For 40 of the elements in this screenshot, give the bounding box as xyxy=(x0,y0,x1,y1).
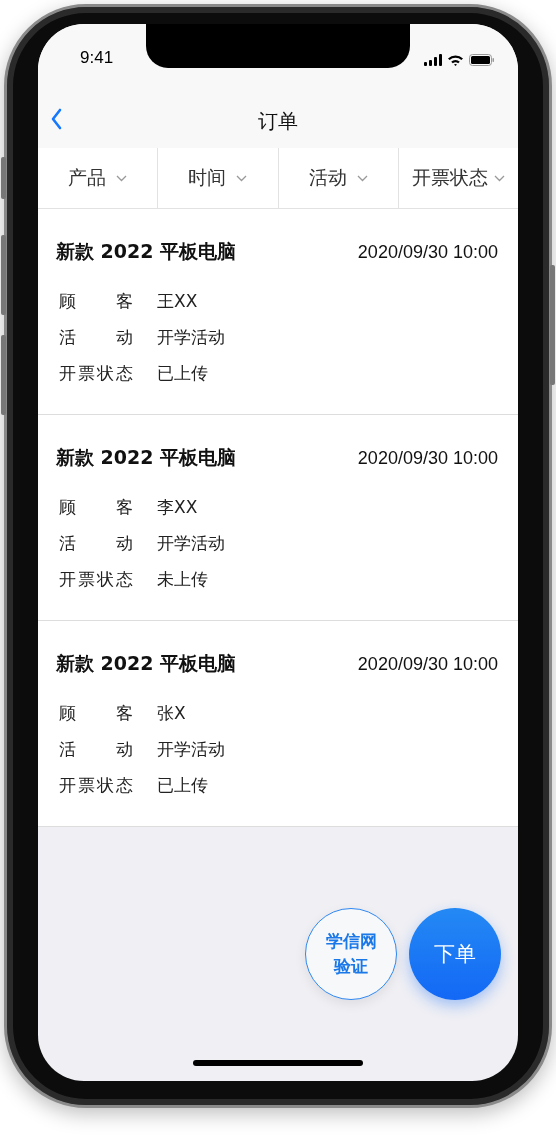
field-label: 活动 xyxy=(59,737,133,761)
field-value: 开学活动 xyxy=(157,531,225,555)
field-label: 开票状态 xyxy=(59,361,133,385)
field-label: 开票状态 xyxy=(59,773,133,797)
wifi-icon xyxy=(447,54,464,66)
status-time: 9:41 xyxy=(80,48,114,68)
field-label: 顾客 xyxy=(59,495,133,519)
order-button[interactable]: 下单 xyxy=(409,908,501,1000)
chevron-down-icon xyxy=(356,174,368,182)
battery-icon xyxy=(469,54,494,66)
field-label: 开票状态 xyxy=(59,567,133,591)
field-value: 开学活动 xyxy=(157,325,225,349)
product-name: 新款 2022 平板电脑 xyxy=(56,651,237,676)
chevron-down-icon xyxy=(236,174,248,182)
back-icon[interactable] xyxy=(50,108,63,130)
field-value: 未上传 xyxy=(157,567,208,591)
page-title: 订单 xyxy=(258,107,298,135)
field-label: 活动 xyxy=(59,325,133,349)
signal-icon xyxy=(424,54,442,66)
chevron-down-icon xyxy=(116,174,128,182)
field-value: 李XX xyxy=(157,495,198,519)
verify-button[interactable]: 学信网验证 xyxy=(305,908,397,1000)
chevron-down-icon xyxy=(493,174,505,182)
field-label: 顾客 xyxy=(59,289,133,313)
product-name: 新款 2022 平板电脑 xyxy=(56,239,237,264)
filter-tab[interactable]: 产品 xyxy=(38,148,159,208)
field-value: 已上传 xyxy=(157,361,208,385)
order-time: 2020/09/30 10:00 xyxy=(357,241,498,263)
field-value: 开学活动 xyxy=(157,737,225,761)
filter-tab[interactable]: 活动 xyxy=(278,148,399,208)
order-time: 2020/09/30 10:00 xyxy=(357,653,498,675)
field-label: 活动 xyxy=(59,531,133,555)
field-value: 王XX xyxy=(157,289,198,313)
field-value: 已上传 xyxy=(157,773,208,797)
field-label: 顾客 xyxy=(59,701,133,725)
filter-tab[interactable]: 开票状态 xyxy=(398,148,518,208)
product-name: 新款 2022 平板电脑 xyxy=(56,445,237,470)
order-time: 2020/09/30 10:00 xyxy=(357,447,498,469)
field-value: 张X xyxy=(157,701,186,725)
filter-tab[interactable]: 时间 xyxy=(158,148,279,208)
